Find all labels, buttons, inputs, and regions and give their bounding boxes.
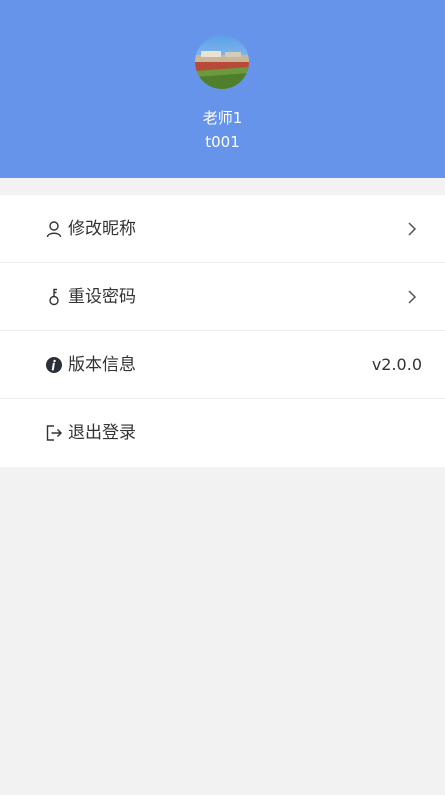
- logout-icon: [45, 424, 63, 442]
- change-nickname-row[interactable]: 修改昵称: [0, 195, 445, 263]
- change-nickname-label: 修改昵称: [68, 219, 136, 239]
- version-info-label: 版本信息: [68, 355, 136, 375]
- reset-password-row[interactable]: 重设密码: [0, 263, 445, 331]
- logout-label: 退出登录: [68, 423, 136, 443]
- user-name: 老师1: [202, 109, 243, 127]
- key-icon: [45, 288, 63, 306]
- user-icon: [45, 220, 63, 238]
- reset-password-label: 重设密码: [68, 287, 136, 307]
- chevron-right-icon: [407, 289, 417, 305]
- version-info-row[interactable]: 版本信息 v2.0.0: [0, 331, 445, 399]
- profile-header: 老师1 t001: [0, 0, 445, 178]
- logout-row[interactable]: 退出登录: [0, 399, 445, 467]
- info-icon: [45, 356, 63, 374]
- version-value: v2.0.0: [371, 355, 422, 374]
- settings-menu: 修改昵称 重设密码 版本信息 v2.0.0 退出登录: [0, 195, 445, 467]
- chevron-right-icon: [407, 221, 417, 237]
- avatar[interactable]: [195, 35, 249, 89]
- user-id: t001: [205, 133, 240, 151]
